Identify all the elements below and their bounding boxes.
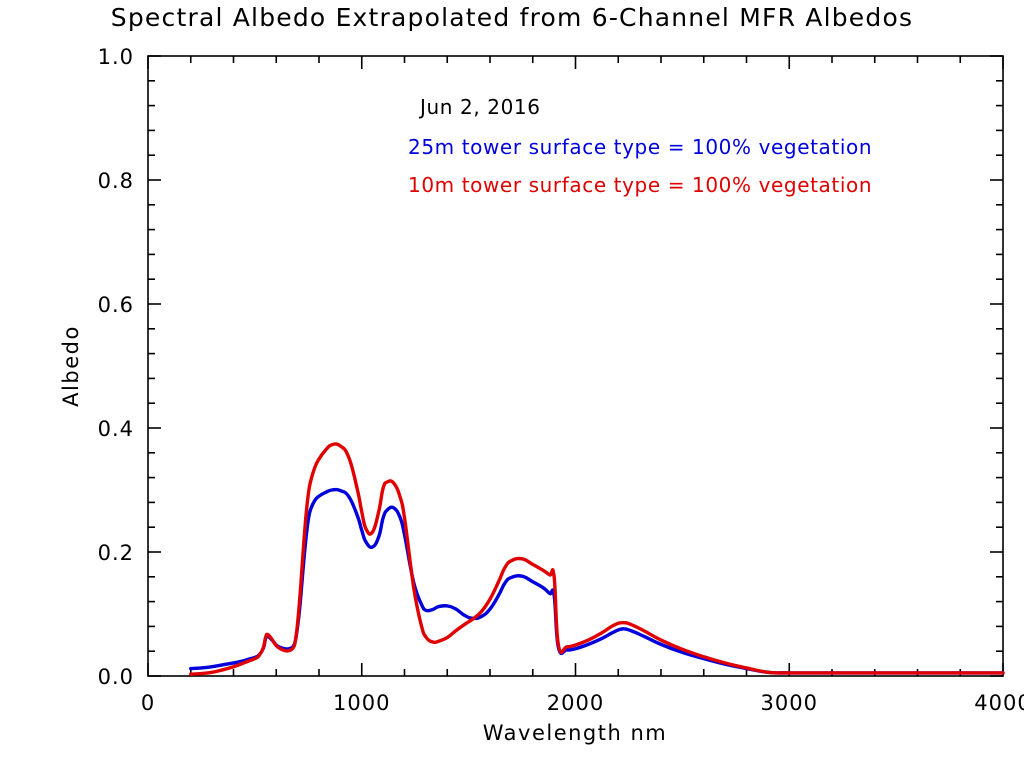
y-tick-label: 0.2 <box>98 541 134 565</box>
y-tick-label: 1.0 <box>98 45 134 69</box>
x-tick-label: 2000 <box>547 691 604 715</box>
legend-label-10m: 10m tower surface type = 100% vegetation <box>408 173 872 197</box>
y-axis-title: Albedo <box>59 325 83 407</box>
x-tick-label: 1000 <box>333 691 390 715</box>
y-tick-label: 0.4 <box>98 417 134 441</box>
chart-canvas: Spectral Albedo Extrapolated from 6-Chan… <box>0 0 1024 768</box>
y-tick-label: 0.6 <box>98 293 134 317</box>
x-tick-label: 4000 <box>974 691 1024 715</box>
spectral-albedo-figure: Spectral Albedo Extrapolated from 6-Chan… <box>0 0 1024 768</box>
chart-title: Spectral Albedo Extrapolated from 6-Chan… <box>111 3 913 32</box>
annotation-date: Jun 2, 2016 <box>418 95 541 119</box>
x-tick-label: 3000 <box>761 691 818 715</box>
legend-label-25m: 25m tower surface type = 100% vegetation <box>408 135 872 159</box>
y-tick-label: 0.0 <box>98 665 134 689</box>
y-tick-label: 0.8 <box>98 169 134 193</box>
x-tick-label: 0 <box>141 691 155 715</box>
x-axis-title: Wavelength nm <box>483 721 668 745</box>
